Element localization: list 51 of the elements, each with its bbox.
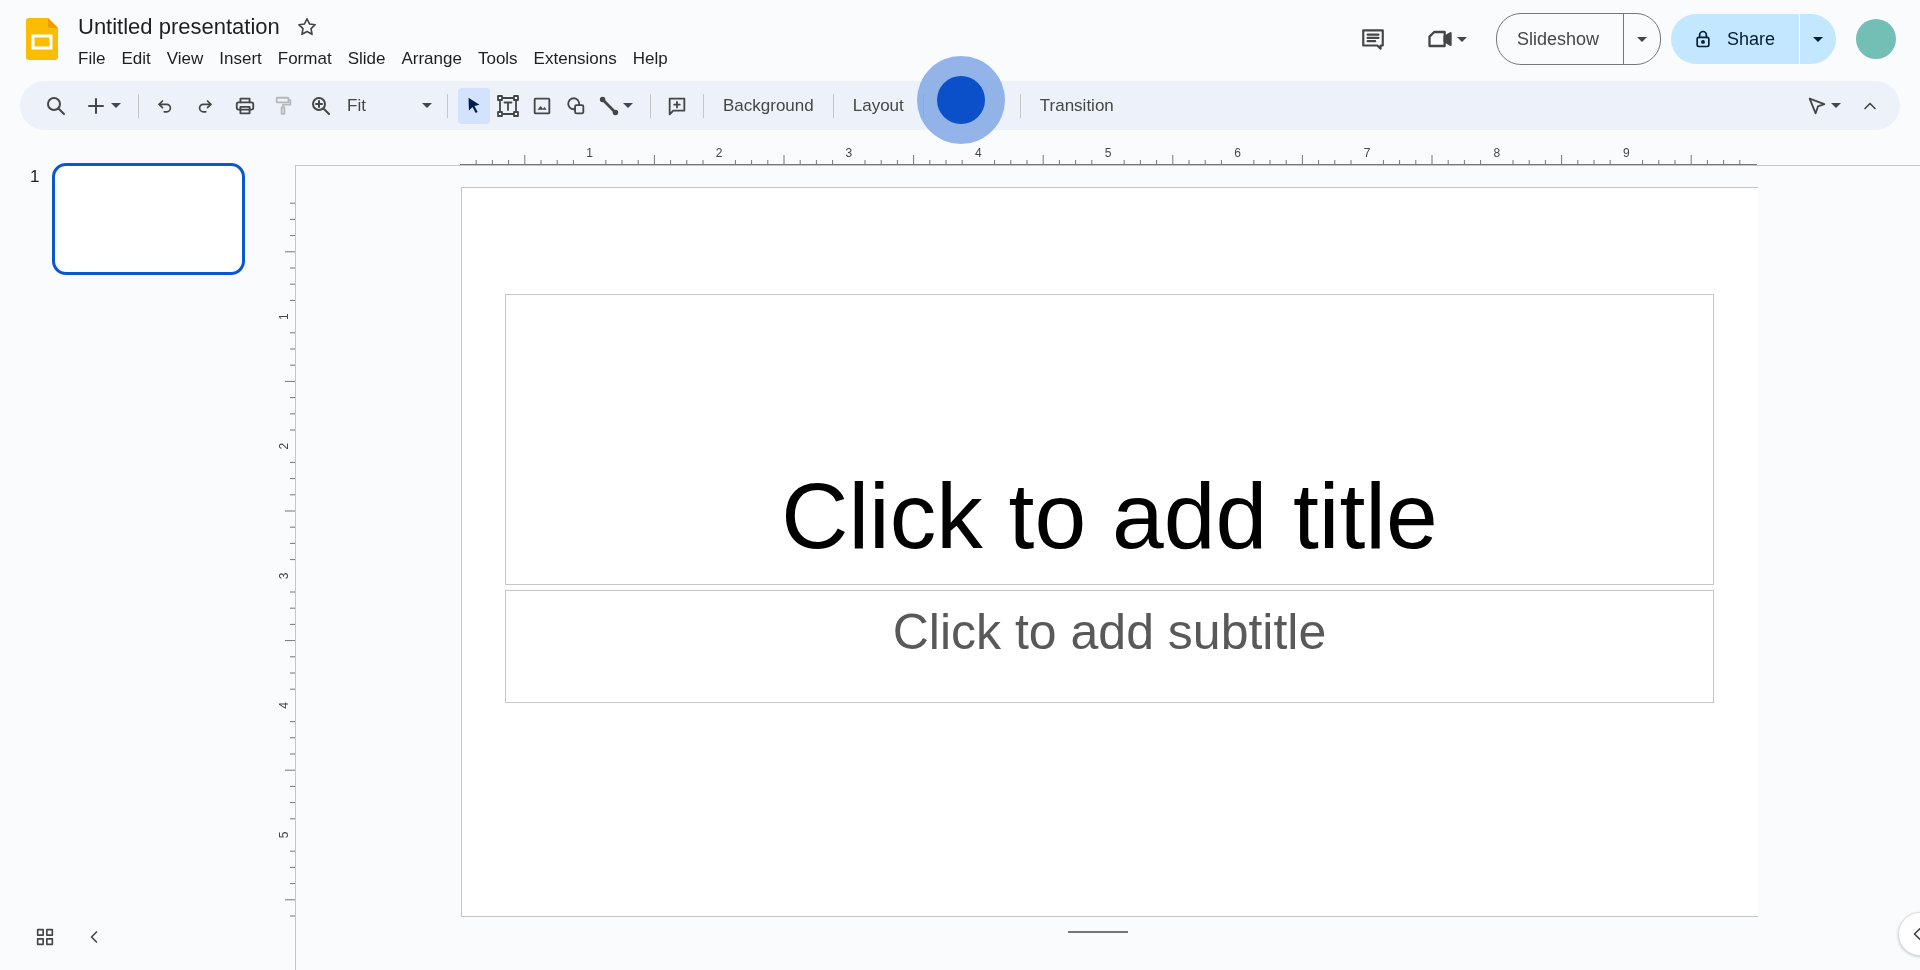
menu-item[interactable]: Insert: [211, 46, 270, 71]
document-title[interactable]: Untitled presentation: [76, 13, 282, 40]
caret-icon: [1813, 36, 1823, 42]
select-tool-button[interactable]: [458, 87, 490, 124]
ruler-label: 3: [845, 146, 853, 160]
toolbar-text-button[interactable]: Layout: [843, 89, 913, 122]
text-box-icon: [496, 93, 520, 118]
ruler-label: 1: [586, 146, 593, 160]
ruler-label: 5: [277, 831, 291, 839]
ruler-label: 9: [1623, 146, 1630, 160]
menu-item[interactable]: Tools: [469, 46, 526, 71]
grid-view-button[interactable]: [34, 926, 56, 948]
menu-item[interactable]: View: [158, 46, 212, 71]
toolbar-text-button[interactable]: Transition: [1030, 89, 1123, 122]
menu-item[interactable]: Format: [269, 46, 340, 71]
menu-item[interactable]: Edit: [113, 46, 159, 71]
title-placeholder[interactable]: Click to add title: [505, 294, 1714, 585]
caret-icon: [623, 103, 633, 108]
caret-icon: [111, 103, 121, 108]
menu-item[interactable]: File: [76, 46, 114, 71]
slide-canvas[interactable]: Click to add title Click to add subtitle: [461, 187, 1758, 917]
ruler-label: 1: [277, 313, 291, 320]
resize-handle[interactable]: [1068, 931, 1128, 933]
caret-icon: [422, 103, 432, 108]
ruler-label: 2: [715, 146, 723, 160]
ruler-label: 3: [277, 572, 291, 580]
zoom-dropdown[interactable]: Fit: [341, 87, 437, 124]
line-icon: [598, 94, 620, 117]
star-button[interactable]: [295, 15, 318, 38]
ruler-label: 6: [1234, 146, 1241, 160]
slide-thumbnail[interactable]: [52, 163, 245, 275]
ruler-label: 4: [277, 702, 291, 709]
menu-item[interactable]: Slide: [339, 46, 394, 71]
caret-icon: [1456, 36, 1467, 42]
comments-icon: [1359, 26, 1386, 52]
caret-icon: [1831, 103, 1841, 108]
star-icon: [295, 15, 318, 38]
slide-number: 1: [29, 166, 41, 187]
grid-view-icon: [34, 926, 56, 948]
ruler-label: 2: [277, 442, 291, 450]
ruler-label: 7: [1363, 146, 1371, 160]
menu-item[interactable]: Extensions: [525, 46, 625, 71]
toolbar-text-button[interactable]: Background: [714, 89, 823, 122]
caret-icon: [1636, 36, 1647, 42]
subtitle-placeholder[interactable]: Click to add subtitle: [505, 590, 1714, 703]
ruler-label: 5: [1104, 146, 1112, 160]
ruler-label: 4: [975, 146, 982, 160]
menu-item[interactable]: Arrange: [393, 46, 470, 71]
menu-item[interactable]: Help: [624, 46, 676, 71]
ruler-label: 8: [1493, 146, 1501, 160]
shapes-icon: [565, 94, 587, 117]
